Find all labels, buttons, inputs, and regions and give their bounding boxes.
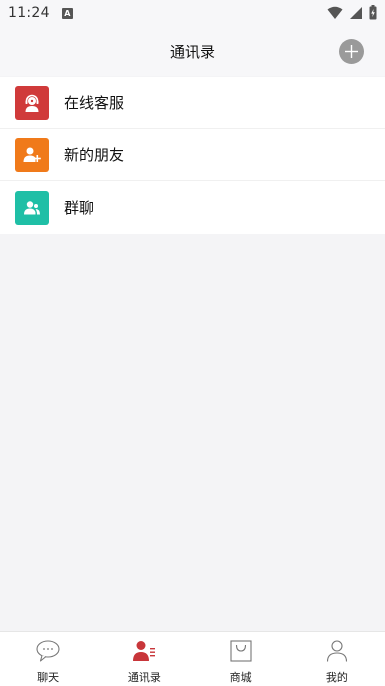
battery-icon xyxy=(369,5,377,20)
add-button[interactable] xyxy=(339,39,364,64)
contact-list: 在线客服 新的朋友 群聊 xyxy=(0,77,385,234)
group-icon xyxy=(15,190,49,225)
list-item-label: 在线客服 xyxy=(64,94,125,112)
header: 通讯录 xyxy=(0,26,385,76)
page-title: 通讯录 xyxy=(169,42,215,61)
bottom-nav: 聊天 通讯录 商城 我的 xyxy=(0,631,385,686)
cell-signal-icon xyxy=(350,6,362,19)
plus-icon xyxy=(345,45,358,58)
status-indicators xyxy=(327,5,377,20)
list-item-label: 新的朋友 xyxy=(64,146,125,164)
contacts-icon xyxy=(131,638,157,664)
nav-label: 通讯录 xyxy=(127,671,161,684)
chat-bubble-icon xyxy=(35,638,61,664)
profile-icon xyxy=(324,638,350,664)
nav-label: 我的 xyxy=(325,671,348,684)
tab-chat[interactable]: 聊天 xyxy=(0,632,96,686)
status-bar: 11:24 A xyxy=(0,0,385,26)
tab-mall[interactable]: 商城 xyxy=(193,632,289,686)
list-item-new-friends[interactable]: 新的朋友 xyxy=(0,129,385,181)
add-friend-icon xyxy=(15,137,49,172)
wifi-icon xyxy=(327,6,343,19)
tab-me[interactable]: 我的 xyxy=(289,632,385,686)
nav-label: 商城 xyxy=(229,671,252,684)
shopping-bag-icon xyxy=(228,638,254,664)
list-item-label: 群聊 xyxy=(64,199,95,217)
customer-service-icon xyxy=(15,85,49,120)
list-item-customer-service[interactable]: 在线客服 xyxy=(0,77,385,129)
tab-contacts[interactable]: 通讯录 xyxy=(96,632,192,686)
status-time: 11:24 xyxy=(8,5,50,21)
nav-label: 聊天 xyxy=(37,671,60,684)
list-item-group-chat[interactable]: 群聊 xyxy=(0,181,385,234)
notification-a-icon: A xyxy=(61,7,73,19)
